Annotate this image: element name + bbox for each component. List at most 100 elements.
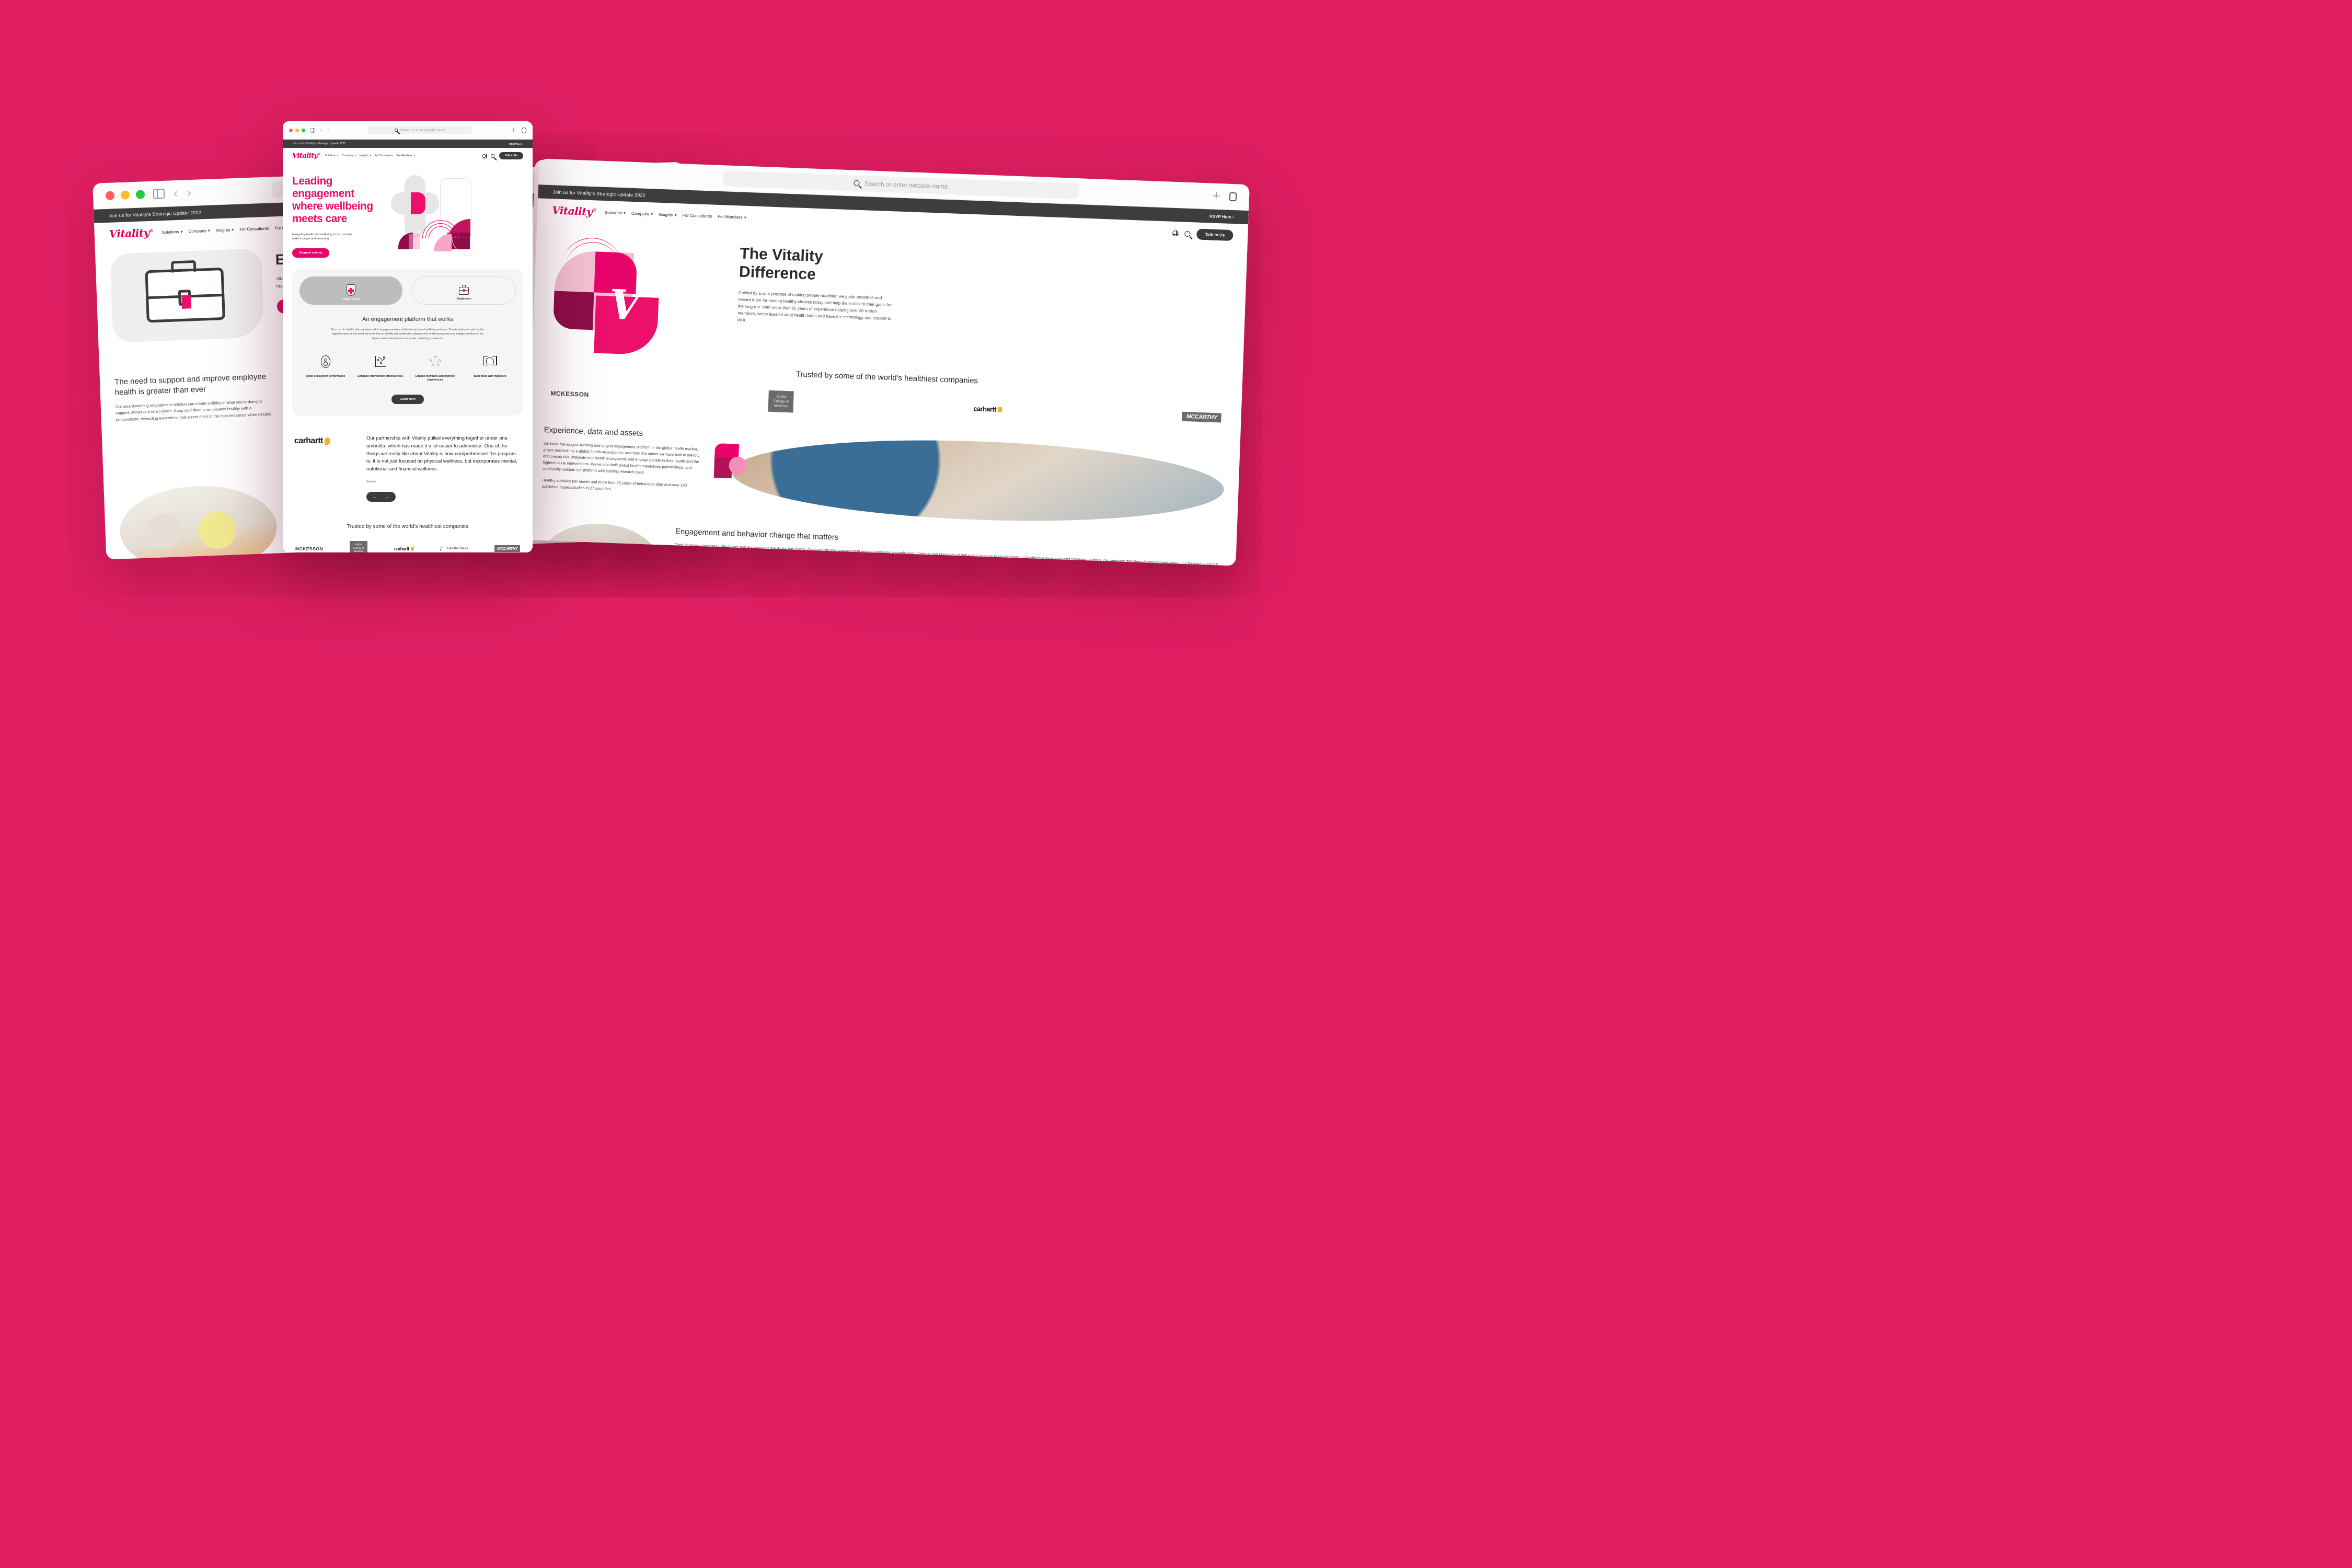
- vitality-logo[interactable]: Vitality®: [109, 226, 154, 240]
- nav-item-company[interactable]: Company ▾: [188, 228, 210, 234]
- tabs-overview-icon[interactable]: [521, 125, 533, 140]
- nav-item-company[interactable]: Company ▾: [342, 154, 355, 157]
- logo-baylor: Baylor College of Medicine: [768, 390, 794, 413]
- window-controls-center[interactable]: [289, 128, 305, 132]
- tab-employers[interactable]: Employers: [412, 276, 516, 305]
- sidebar-toggle-icon[interactable]: [153, 188, 165, 199]
- nav-item-for-members[interactable]: For Members▾: [718, 214, 746, 220]
- talk-to-us-button[interactable]: Talk to Us: [499, 152, 523, 159]
- minimize-window-button[interactable]: [120, 190, 130, 200]
- logo-mckesson: MCKESSON: [295, 546, 324, 551]
- feature-label: Build trust with members: [474, 374, 506, 378]
- nav-item-insights[interactable]: Insights ▾: [360, 154, 371, 157]
- hero-subheading: Navigating health and wellbeing is hard,…: [292, 233, 353, 240]
- back-icon[interactable]: ‹: [320, 127, 322, 133]
- forward-icon[interactable]: ›: [327, 127, 330, 133]
- address-bar-placeholder: Search or enter website name: [400, 128, 445, 132]
- chrome-actions-right[interactable]: +: [1211, 189, 1237, 203]
- forward-icon[interactable]: ›: [186, 185, 192, 200]
- audience-tabs[interactable]: Health Plans Employers: [299, 276, 516, 305]
- chrome-actions-center[interactable]: +: [510, 125, 533, 140]
- minimize-window-button[interactable]: [295, 128, 299, 132]
- stars-icon: ☆ ☆ ☆ ☆ ☆: [429, 354, 442, 367]
- nav-item-for-consultants[interactable]: For Consultants: [683, 213, 712, 218]
- tab-label: Health Plans: [342, 297, 360, 301]
- logo-carhartt: carhartt: [394, 546, 414, 551]
- browser-window-right-main[interactable]: Search or enter website name + Join us f…: [525, 158, 1250, 566]
- rsvp-link[interactable]: RSVP Here ›: [509, 143, 523, 145]
- site-center: Join us for Vitality's Strategic Update …: [283, 140, 533, 552]
- briefcase-icon: [459, 284, 469, 295]
- left-section-1-body: Our award-winning engagement solution ca…: [115, 399, 273, 422]
- platform-features: Boost ecosystem performance Enhance inte…: [299, 354, 516, 382]
- tab-label: Employers: [456, 297, 471, 301]
- testimonial-logo: carhartt: [294, 436, 330, 446]
- vitality-logo[interactable]: Vitality®: [292, 152, 320, 160]
- nav-item-company[interactable]: Company ▾: [631, 211, 653, 216]
- tabs-overview-icon[interactable]: [1229, 192, 1237, 202]
- request-demo-button[interactable]: Request a demo: [292, 248, 330, 258]
- site-nav-center[interactable]: Vitality® Solutions ▾ Company ▾ Insights ▾ …: [283, 148, 533, 164]
- platform-card: Health Plans Employers An engagement pla…: [292, 269, 523, 416]
- right-section-1-body: We have the longest-running and largest …: [542, 441, 700, 475]
- close-window-button[interactable]: [105, 191, 115, 201]
- nav-links[interactable]: Solutions ▾ Company ▾ Insights ▾ For Consul…: [605, 210, 746, 220]
- nav-item-insights[interactable]: Insights ▾: [216, 227, 234, 233]
- feature-build-trust-with-members: Build trust with members: [464, 355, 516, 382]
- globe-icon[interactable]: [482, 153, 488, 159]
- vitality-logo[interactable]: Vitality®: [552, 204, 597, 218]
- trusted-logos: MCKESSON Baylor College of Medicine carhar…: [295, 541, 520, 552]
- logo-mckesson: MCKESSON: [550, 389, 589, 398]
- new-tab-button[interactable]: +: [510, 126, 516, 134]
- feature-boost-ecosystem-performance: Boost ecosystem performance: [299, 355, 351, 382]
- nav-item-for-consultants[interactable]: For Consultants: [239, 226, 269, 232]
- feature-engage-members-improve-experiences: ☆ ☆ ☆ ☆ ☆ Engage members and improve exp…: [409, 354, 461, 382]
- search-icon[interactable]: [491, 154, 495, 158]
- testimonial-nav[interactable]: ← →: [366, 491, 396, 502]
- new-tab-button[interactable]: +: [1211, 189, 1221, 203]
- nav-links[interactable]: Solutions ▾ Company ▾ Insights ▾ For Consul…: [162, 225, 303, 235]
- logo-mccarthy: MCCARTHY: [1182, 411, 1221, 422]
- feature-label: Boost ecosystem performance: [305, 374, 345, 378]
- hero-heading: Leading engagement where wellbeing meets…: [292, 175, 373, 225]
- nav-links[interactable]: Solutions ▾ Company ▾ Insights ▾ For Consul…: [325, 154, 415, 157]
- right-hero-art: V: [547, 232, 723, 355]
- tab-health-plans[interactable]: Health Plans: [299, 276, 402, 305]
- announcement-message: Join us for Vitality's Strategic Update …: [108, 210, 201, 218]
- nav-actions[interactable]: Talk to Us: [482, 152, 523, 159]
- back-icon[interactable]: ‹: [172, 186, 178, 201]
- close-window-button[interactable]: [289, 128, 293, 132]
- globe-icon[interactable]: [1172, 230, 1179, 236]
- nav-item-for-consultants[interactable]: For Consultants: [375, 154, 393, 157]
- rsvp-link[interactable]: RSVP Here ›: [1209, 214, 1234, 220]
- testimonial-quote: Our partnership with Vitality pulled eve…: [366, 435, 517, 471]
- learn-more-button[interactable]: Learn More: [391, 395, 424, 405]
- feature-label: Engage members and improve experiences: [415, 374, 455, 382]
- arrow-left-icon[interactable]: ←: [373, 494, 377, 499]
- nav-item-solutions[interactable]: Solutions ▾: [325, 154, 339, 157]
- nav-item-solutions[interactable]: Solutions ▾: [605, 210, 626, 215]
- nav-item-for-members[interactable]: For Members▾: [397, 154, 415, 157]
- maximize-window-button[interactable]: [135, 190, 145, 199]
- maximize-window-button[interactable]: [302, 128, 305, 132]
- platform-body: Born out of a health plan, we were built…: [331, 328, 485, 341]
- logo-carhartt: carhartt: [973, 405, 1003, 413]
- window-controls[interactable]: [105, 190, 145, 201]
- nav-item-solutions[interactable]: Solutions ▾: [162, 229, 182, 234]
- logo-baylor: Baylor College of Medicine: [350, 541, 368, 552]
- browser-chrome-center[interactable]: ‹ › Search or enter website name +: [283, 121, 533, 140]
- address-bar-center[interactable]: Search or enter website name: [367, 126, 472, 134]
- right-hero-body: Guided by a core purpose of making peopl…: [737, 290, 892, 322]
- right-section-2-image: [537, 521, 661, 566]
- nav-item-insights[interactable]: Insights ▾: [659, 212, 677, 217]
- arrow-right-icon[interactable]: →: [385, 494, 389, 499]
- nav-actions[interactable]: Talk to Us: [1172, 227, 1233, 241]
- talk-to-us-button[interactable]: Talk to Us: [1196, 228, 1233, 241]
- browser-window-main[interactable]: ‹ › Search or enter website name + Join …: [283, 121, 533, 552]
- search-icon[interactable]: [1184, 230, 1191, 237]
- shield-cross-icon: [347, 284, 355, 296]
- sidebar-toggle-icon[interactable]: [310, 128, 315, 133]
- announcement-bar-center[interactable]: Join us for Vitality's Strategic Update …: [283, 140, 533, 148]
- logo-healthfitness: HealthFitness: [440, 546, 468, 551]
- hero-illustration: [389, 175, 523, 264]
